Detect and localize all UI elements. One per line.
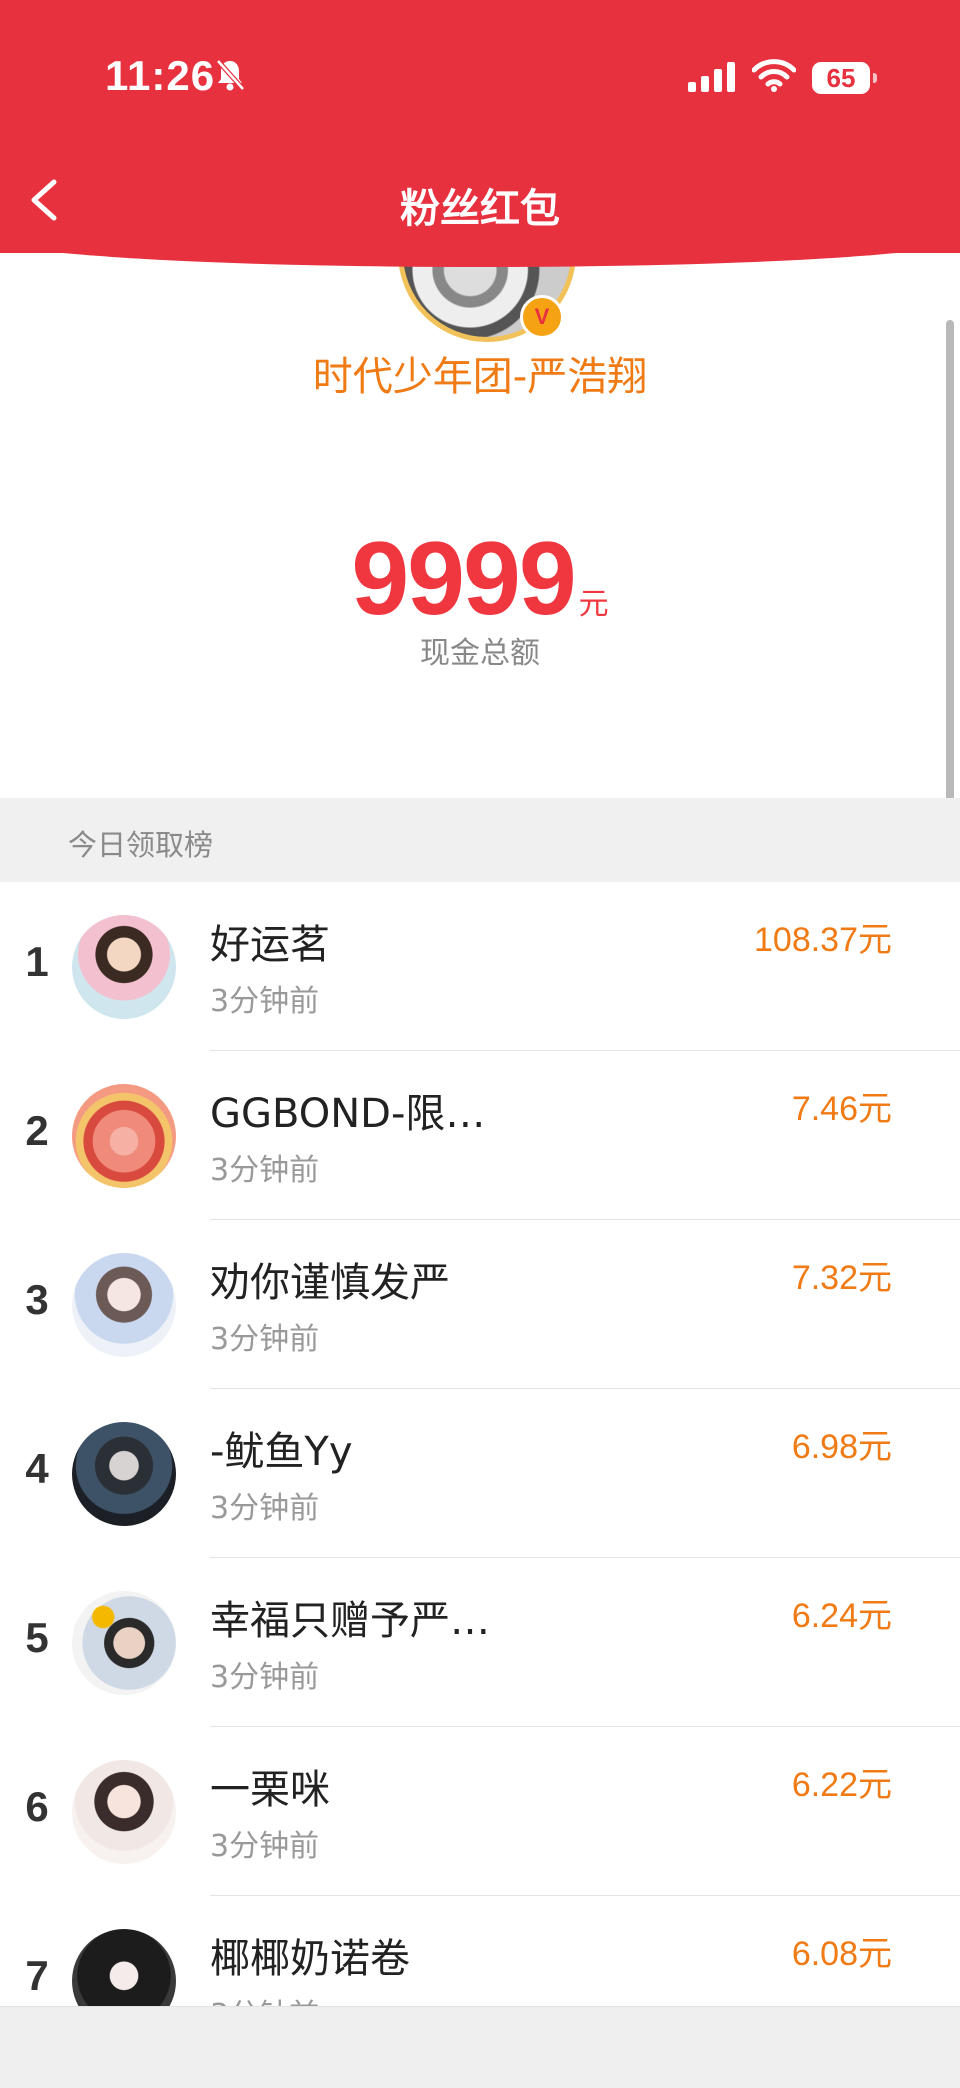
user-name: 好运茗 (210, 922, 330, 968)
verified-badge-icon: V (520, 295, 564, 339)
total-amount-unit: 元 (578, 587, 609, 622)
user-name: GGBOND-限… (210, 1091, 486, 1137)
claim-amount: 7.46元 (791, 1090, 892, 1128)
user-avatar[interactable] (72, 1422, 176, 1526)
user-avatar[interactable] (72, 915, 176, 1019)
user-avatar[interactable] (72, 1253, 176, 1357)
claim-amount: 7.32元 (791, 1259, 892, 1297)
leaderboard-list: 1 好运茗 3分钟前 108.37元 2 GGBOND-限… 3分钟前 7.46… (0, 882, 960, 2065)
claim-time: 3分钟前 (210, 1322, 320, 1357)
page-title: 粉丝红包 (400, 186, 560, 232)
list-item[interactable]: 1 好运茗 3分钟前 108.37元 (0, 882, 960, 1051)
claim-time: 3分钟前 (210, 984, 320, 1019)
user-avatar[interactable] (72, 1591, 176, 1695)
list-item[interactable]: 5 幸福只赠予严… 3分钟前 6.24元 (0, 1558, 960, 1727)
user-name: 一栗咪 (210, 1767, 330, 1813)
bottom-bar (0, 2006, 960, 2088)
claim-amount: 108.37元 (754, 921, 892, 959)
total-amount: 9999 (351, 521, 576, 637)
leaderboard-title: 今日领取榜 (68, 828, 214, 862)
rank-number: 6 (25, 1783, 49, 1830)
rank-number: 2 (25, 1107, 49, 1154)
claim-amount: 6.98元 (791, 1428, 892, 1466)
claim-time: 3分钟前 (210, 1491, 320, 1526)
total-amount-label: 现金总额 (420, 636, 540, 671)
cellular-signal-icon (688, 62, 735, 92)
leaderboard-header: 今日领取榜 (0, 798, 960, 882)
claim-amount: 6.22元 (791, 1766, 892, 1804)
rank-number: 4 (25, 1445, 49, 1492)
rank-number: 5 (25, 1614, 49, 1661)
status-time: 11:26 (105, 52, 216, 99)
user-avatar[interactable] (72, 1084, 176, 1188)
list-item[interactable]: 2 GGBOND-限… 3分钟前 7.46元 (0, 1051, 960, 1220)
header-bar: 11:26 65 粉丝红包 (0, 0, 960, 267)
list-item[interactable]: 4 -鱿鱼Yy 3分钟前 6.98元 (0, 1389, 960, 1558)
user-name: 劝你谨慎发严 (210, 1260, 450, 1306)
rank-number: 1 (25, 938, 49, 985)
rank-number: 3 (25, 1276, 49, 1323)
scrollbar[interactable] (946, 320, 954, 840)
claim-amount: 6.08元 (791, 1935, 892, 1973)
list-item[interactable]: 3 劝你谨慎发严 3分钟前 7.32元 (0, 1220, 960, 1389)
total-amount-block: 9999 元 (0, 520, 960, 639)
claim-time: 3分钟前 (210, 1153, 320, 1188)
user-name: -鱿鱼Yy (210, 1429, 353, 1475)
bell-muted-icon (216, 59, 245, 91)
battery-indicator: 65 (812, 62, 877, 94)
claim-amount: 6.24元 (791, 1597, 892, 1635)
user-name: 幸福只赠予严… (210, 1598, 490, 1644)
wifi-icon (752, 59, 796, 92)
list-item[interactable]: 6 一栗咪 3分钟前 6.22元 (0, 1727, 960, 1896)
rank-number: 7 (25, 1952, 49, 1999)
user-name: 椰椰奶诺卷 (210, 1936, 410, 1982)
creator-name[interactable]: 时代少年团-严浩翔 (0, 344, 960, 402)
user-avatar[interactable] (72, 1760, 176, 1864)
claim-time: 3分钟前 (210, 1829, 320, 1864)
claim-time: 3分钟前 (210, 1660, 320, 1695)
